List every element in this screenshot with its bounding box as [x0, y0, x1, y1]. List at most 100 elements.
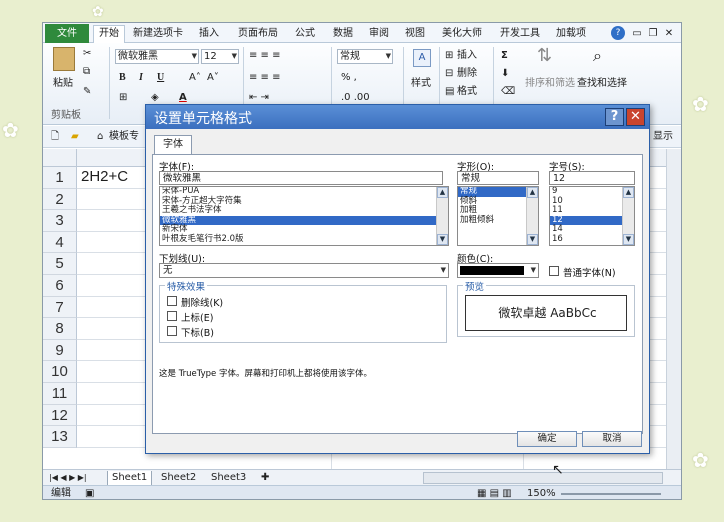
- close-icon[interactable]: ✕: [663, 26, 675, 42]
- font-size-input[interactable]: 12: [549, 171, 635, 185]
- delete-button[interactable]: 删除: [457, 67, 477, 81]
- view-normal-icon[interactable]: ▦ ▤ ▥: [477, 487, 512, 499]
- row-number[interactable]: 11: [43, 383, 77, 405]
- tab-data[interactable]: 数据: [329, 26, 357, 42]
- paste-button[interactable]: 粘贴: [53, 77, 73, 91]
- align-center-icon[interactable]: ≡ ≡ ≡: [249, 71, 281, 85]
- underline-button[interactable]: U: [157, 71, 164, 85]
- sheet-tab-2[interactable]: Sheet2: [161, 471, 196, 485]
- row-number[interactable]: 1: [43, 167, 77, 189]
- scroll-down-icon[interactable]: ▼: [437, 234, 448, 245]
- font-option-selected[interactable]: 微软雅黑: [160, 215, 448, 225]
- row-number[interactable]: 13: [43, 426, 77, 448]
- home-icon[interactable]: ⌂: [97, 130, 103, 144]
- scroll-up-icon[interactable]: ▲: [623, 187, 634, 198]
- font-option[interactable]: 叶根友毛笔行书2.0版: [160, 234, 448, 245]
- macro-record-icon[interactable]: ▣: [85, 487, 94, 499]
- tab-view[interactable]: 视图: [401, 26, 429, 42]
- minimize-icon[interactable]: ▭: [631, 26, 643, 42]
- tab-new[interactable]: 新建选项卡: [131, 26, 185, 42]
- format-button[interactable]: 格式: [457, 85, 477, 99]
- zoom-slider[interactable]: [561, 493, 661, 495]
- help-icon[interactable]: ?: [611, 26, 625, 40]
- font-style-input[interactable]: 常规: [457, 171, 539, 185]
- tab-file[interactable]: 文件: [45, 24, 89, 43]
- cell-a1[interactable]: 2H2+C: [81, 168, 128, 185]
- normal-font-checkbox[interactable]: [549, 266, 559, 276]
- font-name-input[interactable]: 微软雅黑: [159, 171, 443, 185]
- font-list-scrollbar[interactable]: ▲ ▼: [436, 187, 448, 245]
- tab-font[interactable]: 字体: [154, 135, 192, 155]
- zoom-level[interactable]: 150%: [527, 487, 556, 499]
- scroll-up-icon[interactable]: ▲: [437, 187, 448, 198]
- scroll-up-icon[interactable]: ▲: [527, 187, 538, 198]
- tab-formulas[interactable]: 公式: [291, 26, 319, 42]
- tab-developer[interactable]: 开发工具: [495, 26, 545, 42]
- select-all-corner[interactable]: [43, 149, 77, 167]
- row-number[interactable]: 8: [43, 318, 77, 340]
- autosum-icon[interactable]: Σ: [501, 49, 508, 63]
- row-number[interactable]: 7: [43, 296, 77, 319]
- font-name-combo[interactable]: 微软雅黑 ▼: [115, 49, 199, 64]
- tab-home[interactable]: 开始: [93, 25, 125, 43]
- find-select-button[interactable]: 查找和选择: [577, 77, 627, 91]
- subscript-checkbox[interactable]: [167, 326, 177, 336]
- sort-filter-icon[interactable]: ⇅: [537, 47, 552, 65]
- percent-icon[interactable]: % ,: [341, 71, 357, 85]
- color-select[interactable]: ▼: [457, 263, 539, 278]
- fill-color-icon[interactable]: ◈: [151, 91, 159, 105]
- template-tab[interactable]: 模板专: [109, 130, 139, 144]
- help-button[interactable]: ?: [605, 108, 624, 126]
- paste-icon[interactable]: [53, 47, 75, 71]
- cancel-button[interactable]: 取消: [582, 431, 642, 447]
- sheet-tab-3[interactable]: Sheet3: [211, 471, 246, 485]
- row-number[interactable]: 2: [43, 188, 77, 211]
- decimal-icon[interactable]: .0 .00: [341, 91, 370, 105]
- tab-beautify[interactable]: 美化大师: [437, 26, 487, 42]
- display-button[interactable]: 显示: [653, 130, 673, 144]
- sheet-nav-icon[interactable]: |◀ ◀ ▶ ▶|: [49, 471, 87, 485]
- font-listbox[interactable]: 宋体-PUA 宋体-方正超大字符集 王羲之书法字体 微软雅黑 新宋体 叶根友毛笔…: [159, 186, 449, 246]
- dialog-close-button[interactable]: ✕: [626, 108, 645, 126]
- tab-page-layout[interactable]: 页面布局: [233, 26, 283, 42]
- style-list-scrollbar[interactable]: ▲ ▼: [526, 187, 538, 245]
- scroll-down-icon[interactable]: ▼: [527, 234, 538, 245]
- new-doc-icon[interactable]: 🗋: [51, 130, 59, 144]
- strikethrough-checkbox[interactable]: [167, 296, 177, 306]
- restore-icon[interactable]: ❐: [647, 26, 659, 42]
- row-number[interactable]: 9: [43, 339, 77, 362]
- row-number[interactable]: 5: [43, 253, 77, 275]
- sheet-tab-1[interactable]: Sheet1: [107, 471, 153, 486]
- size-list-scrollbar[interactable]: ▲ ▼: [622, 187, 634, 245]
- row-number[interactable]: 10: [43, 361, 77, 383]
- font-style-listbox[interactable]: 常规 倾斜 加粗 加粗倾斜 ▲ ▼: [457, 186, 539, 246]
- font-size-listbox[interactable]: 9 10 11 12 14 16 ▲ ▼: [549, 186, 635, 246]
- underline-select[interactable]: 无 ▼: [159, 263, 449, 278]
- new-sheet-icon[interactable]: ✚: [261, 471, 269, 485]
- superscript-checkbox[interactable]: [167, 311, 177, 321]
- row-number[interactable]: 12: [43, 404, 77, 427]
- folder-icon[interactable]: ▰: [71, 130, 79, 144]
- row-number[interactable]: 3: [43, 210, 77, 232]
- ok-button[interactable]: 确定: [517, 431, 577, 447]
- copy-icon[interactable]: ⧉: [83, 65, 90, 79]
- borders-icon[interactable]: ⊞: [119, 91, 127, 105]
- sort-filter-button[interactable]: 排序和筛选: [525, 77, 575, 91]
- find-select-icon[interactable]: ⌕: [593, 48, 602, 64]
- fill-icon[interactable]: ⬇: [501, 67, 509, 81]
- format-painter-icon[interactable]: ✎: [83, 85, 91, 99]
- styles-button[interactable]: 样式: [411, 77, 431, 91]
- styles-icon[interactable]: A: [413, 49, 431, 67]
- bold-button[interactable]: B: [119, 71, 126, 85]
- tab-insert[interactable]: 插入: [195, 26, 223, 42]
- row-number[interactable]: 6: [43, 275, 77, 297]
- insert-button[interactable]: 插入: [457, 49, 477, 63]
- number-format-combo[interactable]: 常规 ▼: [337, 49, 393, 64]
- clear-icon[interactable]: ⌫: [501, 85, 515, 99]
- indent-icon[interactable]: ⇤ ⇥: [249, 91, 269, 105]
- grow-font-button[interactable]: A˄: [189, 71, 201, 85]
- cut-icon[interactable]: ✂: [83, 47, 91, 61]
- align-top-icon[interactable]: ≡ ≡ ≡: [249, 49, 281, 63]
- font-size-combo[interactable]: 12 ▼: [201, 49, 239, 64]
- shrink-font-button[interactable]: A˅: [207, 71, 219, 85]
